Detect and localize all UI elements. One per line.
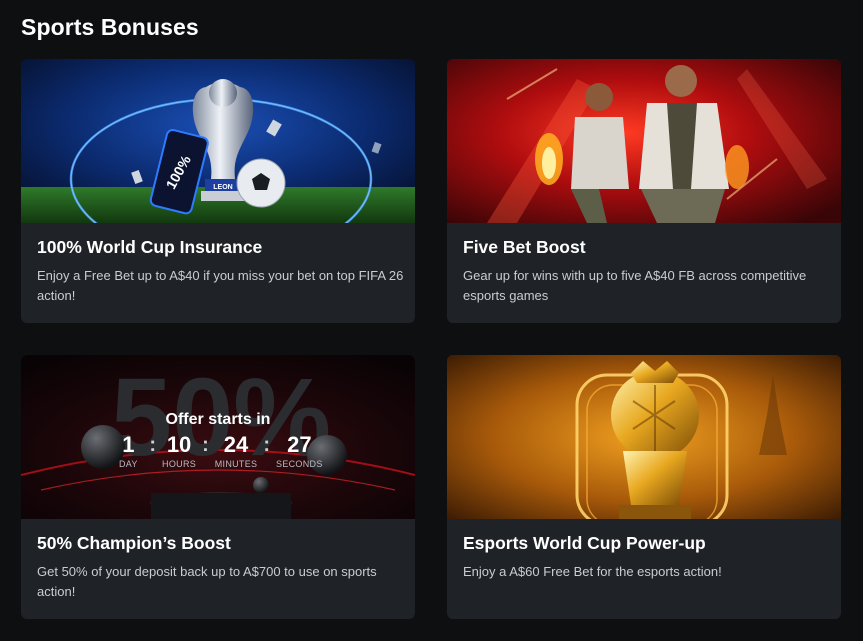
- bonus-card-champions-boost[interactable]: 50% Offer starts in 1 DAY : 10 HOURS : 2…: [21, 355, 415, 619]
- countdown-hours-label: HOURS: [162, 459, 197, 469]
- countdown-seconds: 27 SECONDS: [276, 432, 323, 470]
- world-cup-insurance-banner: LEON 100%: [21, 59, 415, 223]
- countdown-seconds-value: 27: [287, 432, 312, 457]
- card-description: Gear up for wins with up to five A$40 FB…: [463, 268, 807, 303]
- card-description: Get 50% of your deposit back up to A$700…: [37, 564, 377, 599]
- offer-countdown: Offer starts in 1 DAY : 10 HOURS : 24 MI…: [21, 411, 415, 469]
- countdown-label: Offer starts in: [165, 411, 271, 428]
- bonus-card-world-cup-insurance[interactable]: LEON 100% 100% World Cup Insurance Enjoy…: [21, 59, 415, 323]
- five-bet-boost-banner: [447, 59, 841, 223]
- countdown-seconds-label: SECONDS: [276, 459, 323, 469]
- esports-world-cup-banner: [447, 355, 841, 519]
- page-title: Sports Bonuses: [21, 14, 199, 40]
- card-title: Esports World Cup Power-up: [463, 533, 706, 553]
- card-title: 100% World Cup Insurance: [37, 237, 263, 257]
- countdown-minutes: 24 MINUTES: [214, 432, 258, 470]
- card-description: Enjoy a A$60 Free Bet for the esports ac…: [463, 564, 722, 579]
- banner-brand-label: LEON: [213, 184, 232, 191]
- bonus-card-esports-world-cup[interactable]: Esports World Cup Power-up Enjoy a A$60 …: [447, 355, 841, 619]
- countdown-hours: 10 HOURS: [162, 432, 197, 470]
- card-title: Five Bet Boost: [463, 237, 586, 257]
- card-description: Enjoy a Free Bet up to A$40 if you miss …: [37, 268, 404, 303]
- countdown-hours-value: 10: [166, 432, 192, 457]
- countdown-separator: :: [149, 434, 157, 456]
- countdown-days-label: DAY: [119, 459, 138, 469]
- card-title: 50% Champion’s Boost: [37, 533, 231, 553]
- countdown-minutes-value: 24: [223, 432, 249, 457]
- countdown-separator: :: [202, 434, 209, 456]
- countdown-days-value: 1: [122, 432, 135, 457]
- countdown-days: 1 DAY: [113, 432, 143, 470]
- countdown-minutes-label: MINUTES: [214, 459, 258, 469]
- bonus-card-five-bet-boost[interactable]: Five Bet Boost Gear up for wins with up …: [447, 59, 841, 323]
- countdown-separator: :: [263, 434, 271, 456]
